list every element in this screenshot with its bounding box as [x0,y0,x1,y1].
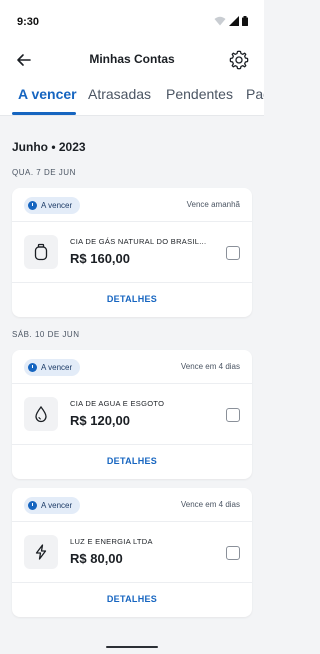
status-badge: A vencer [24,497,81,514]
bill-card: A vencer Vence amanhã CIA DE GÁS NATURAL… [12,188,252,317]
month-header: Junho • 2023 [12,140,86,154]
status-badge-label: A vencer [41,501,73,510]
tab-pendentes[interactable]: Pendentes [166,86,233,102]
due-text: Vence em 4 dias [180,362,240,371]
status-badge-label: A vencer [41,201,73,210]
bill-amount: R$ 120,00 [70,413,130,428]
details-button[interactable]: DETALHES [12,594,252,604]
app-bar: Minhas Contas [0,44,264,76]
bill-card-header: A vencer Vence em 4 dias [12,350,252,384]
company-name: CIA DE AGUA E ESGOTO [70,399,165,408]
status-badge-label: A vencer [41,363,73,372]
status-badge: A vencer [24,359,81,376]
bill-card-footer: DETALHES [12,283,252,317]
day-header: SÁB. 10 DE JUN [12,330,80,339]
bill-card-footer: DETALHES [12,445,252,479]
signal-icon [229,16,239,26]
status-bar: 9:30 [0,0,264,44]
tab-pagas[interactable]: Pag [246,86,264,102]
company-name: CIA DE GÁS NATURAL DO BRASIL... [70,237,207,246]
details-button[interactable]: DETALHES [12,294,252,304]
clock-icon [28,501,37,510]
bill-info: LUZ E ENERGIA LTDA R$ 80,00 [12,522,252,583]
select-checkbox[interactable] [226,546,240,560]
status-time: 9:30 [17,16,40,28]
due-text: Vence em 4 dias [180,500,240,509]
status-icons [214,16,248,26]
water-drop-icon [24,397,58,431]
tab-a-vencer[interactable]: A vencer [18,86,77,102]
wifi-icon [214,16,226,26]
home-indicator[interactable] [106,646,158,648]
lightning-icon [24,535,58,569]
battery-icon [242,16,248,26]
due-text: Vence amanhã [186,200,240,209]
status-badge: A vencer [24,197,81,214]
gas-cylinder-icon [24,235,58,269]
page-title: Minhas Contas [89,52,175,66]
bill-card: A vencer Vence em 4 dias CIA DE AGUA E E… [12,350,252,479]
tab-bar: A vencer Atrasadas Pendentes Pag [0,76,264,116]
day-header: QUA. 7 DE JUN [12,168,76,177]
select-checkbox[interactable] [226,408,240,422]
bill-amount: R$ 80,00 [70,551,123,566]
active-tab-indicator [12,112,76,115]
bill-amount: R$ 160,00 [70,251,130,266]
bill-card: A vencer Vence em 4 dias LUZ E ENERGIA L… [12,488,252,617]
bill-info: CIA DE AGUA E ESGOTO R$ 120,00 [12,384,252,445]
details-button[interactable]: DETALHES [12,456,252,466]
bill-card-header: A vencer Vence em 4 dias [12,488,252,522]
select-checkbox[interactable] [226,246,240,260]
clock-icon [28,363,37,372]
company-name: LUZ E ENERGIA LTDA [70,537,153,546]
bill-card-header: A vencer Vence amanhã [12,188,252,222]
bill-card-footer: DETALHES [12,583,252,617]
gear-icon[interactable] [228,49,250,71]
tab-atrasadas[interactable]: Atrasadas [88,86,151,102]
clock-icon [28,201,37,210]
bill-info: CIA DE GÁS NATURAL DO BRASIL... R$ 160,0… [12,222,252,283]
